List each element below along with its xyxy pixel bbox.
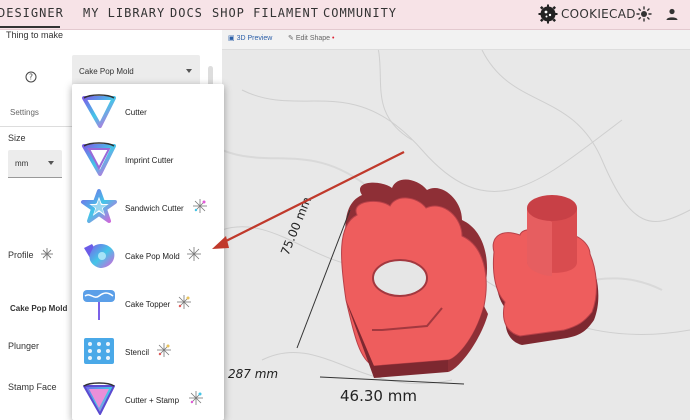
chevron-down-icon: [48, 161, 54, 165]
help-icon[interactable]: ?: [25, 71, 37, 83]
cookie-gear-icon: [538, 4, 558, 24]
preview-viewport[interactable]: 75.00 mm 46.30 mm 287 mm: [222, 30, 690, 420]
size-label: Size: [8, 133, 26, 143]
new-sparkle-icon: [177, 295, 191, 309]
sparkle-icon: [41, 248, 53, 260]
nav-designer[interactable]: DESIGNER: [0, 6, 64, 20]
cake-pop-mold-thumbnail-icon: [84, 244, 115, 268]
cube-icon: ▣: [228, 35, 237, 42]
menu-item-stencil[interactable]: Stencil: [72, 328, 212, 376]
thing-to-make-value: Cake Pop Mold: [79, 67, 134, 76]
pencil-icon: ✎: [288, 35, 296, 42]
nav-active-underline: [0, 26, 60, 28]
imprint-cutter-thumbnail-icon: [82, 142, 116, 176]
dimension-width-label: 46.30 mm: [340, 387, 417, 405]
nav-community[interactable]: COMMUNITY: [323, 6, 397, 20]
tab-3d-preview[interactable]: ▣ 3D Preview: [228, 34, 272, 42]
preview-tabbar: ▣ 3D Preview ✎ Edit Shape •: [222, 30, 690, 50]
menu-item-cake-topper[interactable]: Cake Topper: [72, 280, 212, 328]
thing-to-make-menu: Cutter Imprint Cutter Sandwich Cutter Ca…: [72, 84, 224, 420]
nav-docs[interactable]: DOCS: [170, 6, 203, 20]
cutter-thumbnail-icon: [82, 94, 116, 128]
new-sparkle-icon: [189, 391, 203, 405]
menu-item-label: Imprint Cutter: [125, 156, 174, 165]
menu-item-label: Cake Topper: [125, 300, 171, 309]
svg-text:?: ?: [29, 73, 33, 82]
menu-item-label: Sandwich Cutter: [125, 204, 184, 213]
menu-item-label: Cutter: [125, 108, 147, 117]
menu-item-label: Stencil: [125, 348, 150, 357]
plunger-label: Plunger: [8, 341, 40, 351]
stencil-thumbnail-icon: [84, 338, 114, 364]
brand-name: COOKIECAD: [561, 7, 636, 21]
menu-item-cutter[interactable]: Cutter: [72, 88, 212, 136]
settings-divider: [0, 126, 72, 127]
size-unit-value: mm: [15, 159, 29, 168]
menu-item-cake-pop-mold[interactable]: Cake Pop Mold: [72, 232, 212, 280]
top-nav: DESIGNER MY LIBRARY DOCS SHOP FILAMENT C…: [0, 0, 690, 30]
menu-item-label: Cake Pop Mold: [125, 252, 180, 261]
cutter-stamp-thumbnail-icon: [83, 382, 115, 415]
dimension-left-label: 287 mm: [228, 367, 279, 381]
menu-item-cutter-stamp[interactable]: Cutter + Stamp: [72, 376, 212, 420]
profile-label: Profile: [8, 250, 34, 260]
cake-topper-thumbnail-icon: [83, 290, 115, 320]
nav-shop-filament[interactable]: SHOP FILAMENT: [212, 6, 319, 20]
unsaved-dot-icon: •: [330, 35, 335, 42]
theme-toggle-sun-icon[interactable]: [636, 6, 652, 22]
menu-item-label: Cutter + Stamp: [125, 396, 180, 405]
new-sparkle-icon: [187, 247, 201, 261]
menu-item-imprint-cutter[interactable]: Imprint Cutter: [72, 136, 212, 184]
sandwich-cutter-thumbnail-icon: [81, 189, 117, 223]
chevron-down-icon: [186, 69, 192, 73]
stamp-face-label: Stamp Face: [8, 382, 57, 392]
new-sparkle-icon: [157, 343, 171, 357]
account-icon[interactable]: [665, 7, 679, 21]
nav-my-library[interactable]: MY LIBRARY: [83, 6, 165, 20]
new-sparkle-icon: [193, 199, 207, 213]
brand-logo[interactable]: COOKIECAD: [538, 4, 636, 24]
size-unit-select[interactable]: mm: [8, 150, 62, 178]
tab-edit-shape[interactable]: ✎ Edit Shape •: [288, 34, 334, 42]
section-cake-pop-mold-label: Cake Pop Mold: [10, 304, 68, 313]
thing-to-make-label: Thing to make: [6, 30, 64, 40]
settings-heading: Settings: [10, 108, 39, 117]
menu-item-sandwich-cutter[interactable]: Sandwich Cutter: [72, 184, 212, 232]
